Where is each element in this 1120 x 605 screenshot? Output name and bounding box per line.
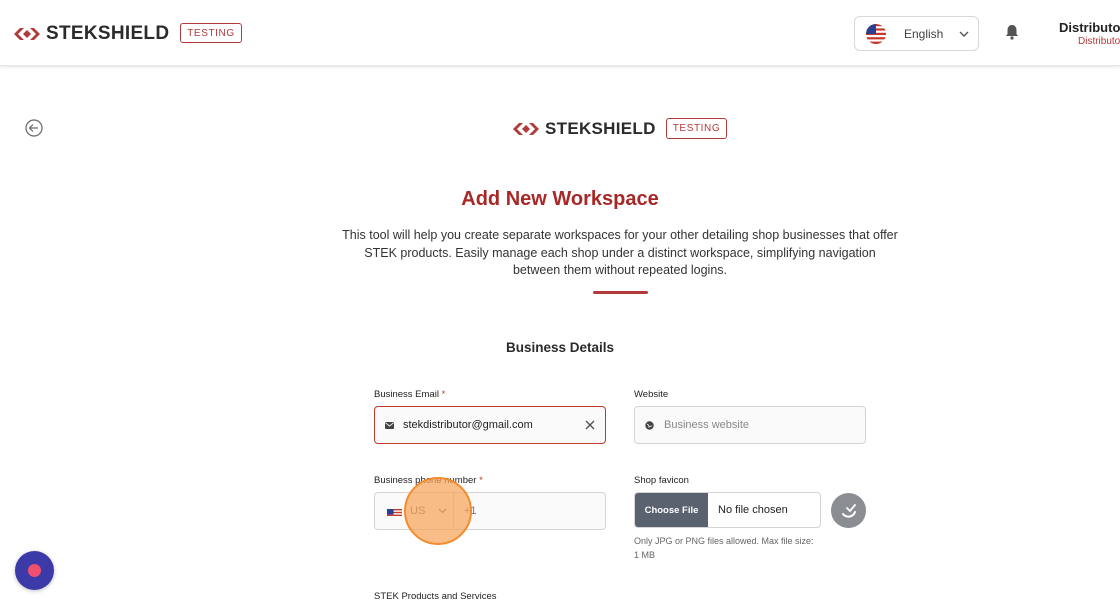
email-field[interactable]: stekdistributor@gmail.com [374, 406, 606, 444]
click-indicator [404, 477, 472, 545]
language-label: English [904, 26, 944, 41]
loading-spinner-icon [841, 503, 856, 518]
email-value: stekdistributor@gmail.com [403, 419, 533, 431]
favicon-label: Shop favicon [634, 475, 689, 486]
page-title: Add New Workspace [461, 188, 659, 210]
env-badge: TESTING [180, 23, 242, 43]
file-status: No file chosen [718, 504, 788, 516]
title-divider [593, 291, 648, 294]
back-icon[interactable] [25, 119, 43, 137]
favicon-file-input[interactable]: Choose File No file chosen [634, 492, 821, 528]
us-flag-icon [387, 506, 402, 516]
page-env-badge: TESTING [666, 118, 727, 139]
brand-name: STEKSHIELD [46, 23, 170, 44]
section-title: Business Details [505, 340, 615, 355]
bell-icon[interactable] [1005, 24, 1019, 40]
stek-logo-icon [513, 123, 539, 135]
stek-logo-icon [14, 28, 40, 40]
choose-file-button[interactable]: Choose File [635, 493, 708, 527]
page-description: This tool will help you create separate … [342, 228, 898, 277]
brand-logo[interactable]: STEKSHIELD [14, 23, 169, 45]
chat-dot-icon [28, 564, 41, 577]
user-role: Distributor [1078, 36, 1120, 47]
products-label: STEK Products and Services [374, 591, 497, 602]
required-mark: * [479, 475, 483, 486]
chevron-down-icon [959, 31, 969, 37]
clear-icon[interactable] [585, 420, 595, 430]
language-selector[interactable]: English [854, 16, 979, 51]
page-brand-logo: STEKSHIELD [513, 119, 656, 139]
globe-icon [645, 420, 655, 430]
chat-widget-button[interactable] [15, 551, 54, 590]
website-label: Website [634, 389, 669, 400]
email-label-text: Business Email [374, 389, 439, 400]
favicon-hint: Only JPG or PNG files allowed. Max file … [634, 536, 814, 560]
user-name[interactable]: Distributor [1059, 20, 1120, 35]
page-brand-name: STEKSHIELD [545, 119, 656, 138]
top-bar: STEKSHIELD TESTING English Distributor D… [0, 0, 1120, 66]
envelope-icon [385, 421, 395, 429]
required-mark: * [441, 389, 446, 400]
website-field[interactable]: Business website [634, 406, 866, 444]
favicon-preview [831, 493, 866, 528]
email-label: Business Email * [374, 389, 445, 400]
us-flag-icon [866, 23, 886, 44]
website-placeholder: Business website [664, 419, 749, 431]
